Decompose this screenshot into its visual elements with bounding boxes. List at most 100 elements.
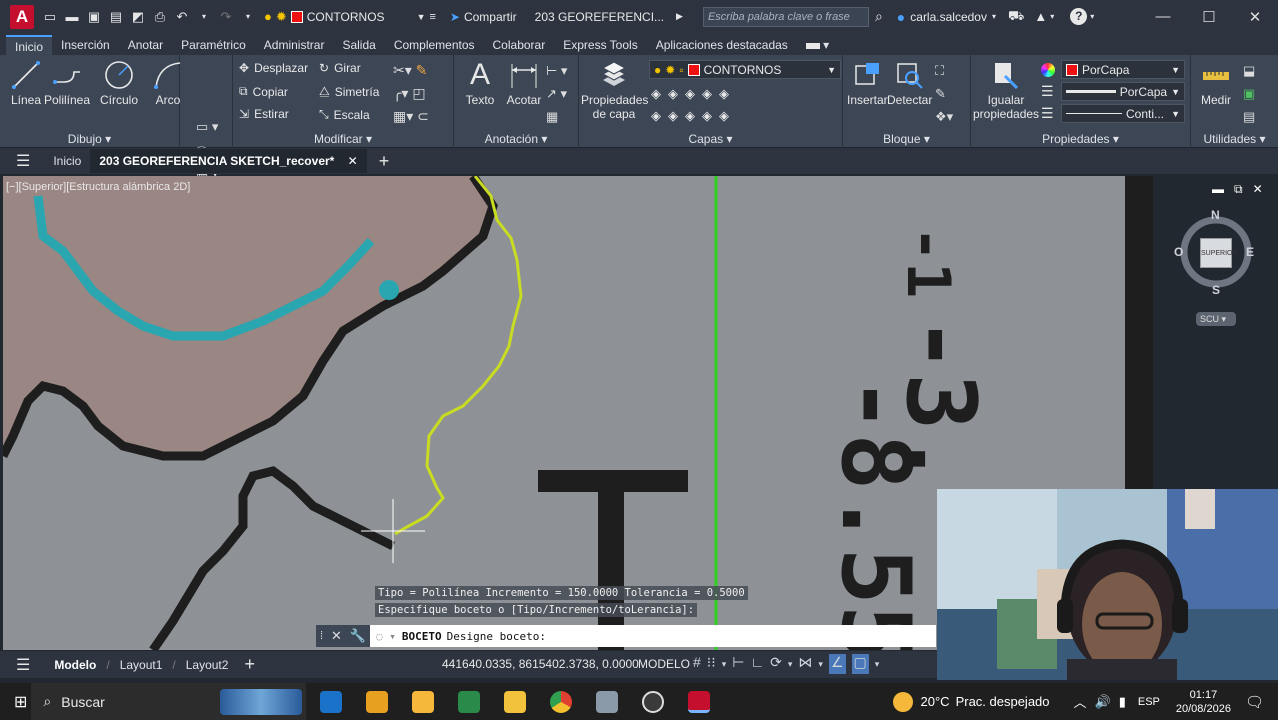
- arc-button[interactable]: Arco: [150, 59, 186, 107]
- tab-inicio[interactable]: Inicio: [6, 35, 53, 55]
- object-snap-tracking-icon[interactable]: ∠: [828, 654, 846, 674]
- add-layout-icon[interactable]: +: [244, 654, 255, 675]
- search-input[interactable]: Escriba palabra clave o frase: [702, 6, 869, 27]
- badge-app-icon[interactable]: [366, 690, 389, 713]
- copy-button[interactable]: ⧉ Copiar: [239, 84, 288, 99]
- tab-express-tools[interactable]: Express Tools: [554, 35, 646, 55]
- tab-complementos[interactable]: Complementos: [385, 35, 484, 55]
- weather-text[interactable]: Prac. despejado: [956, 694, 1050, 709]
- isodraft-icon[interactable]: ⋈: [798, 654, 812, 674]
- search-icon[interactable]: ⌕: [875, 8, 883, 25]
- windows-start-icon[interactable]: ⊞: [14, 692, 27, 712]
- chevron-down-icon[interactable]: ▾: [875, 654, 880, 674]
- infer-icon[interactable]: ⊢: [732, 654, 744, 674]
- tab-administrar[interactable]: Administrar: [255, 35, 334, 55]
- wrench-icon[interactable]: 🔧: [350, 628, 366, 644]
- autodesk-app-icon[interactable]: ▲: [1034, 9, 1047, 24]
- web-save-icon[interactable]: ◩: [130, 9, 146, 25]
- weather-icon[interactable]: [892, 691, 913, 712]
- compass-north[interactable]: N: [1211, 208, 1220, 222]
- dropdown-icon[interactable]: ▾: [240, 9, 256, 25]
- photos-icon[interactable]: [596, 690, 619, 713]
- viewcube-top-face[interactable]: SUPERIOR: [1200, 238, 1238, 268]
- print-icon[interactable]: ⎙: [152, 9, 168, 25]
- panel-title-anotacion[interactable]: Anotación ▾: [454, 132, 578, 146]
- layout-tab-layout1[interactable]: Layout1: [110, 658, 173, 672]
- create-block-icon[interactable]: ⛶: [935, 59, 953, 82]
- color-dropdown[interactable]: PorCapa ▼: [1061, 60, 1185, 79]
- user-account[interactable]: ● carla.salcedov ▾: [897, 9, 996, 25]
- cart-icon[interactable]: ⛟: [1008, 8, 1024, 26]
- quick-select-icon[interactable]: ⬓: [1243, 59, 1255, 82]
- rotate-button[interactable]: ↻ Girar: [319, 61, 361, 75]
- ortho-icon[interactable]: ∟: [750, 654, 764, 674]
- layout-tab-layout2[interactable]: Layout2: [176, 658, 239, 672]
- layer-state-icons-row2[interactable]: ◈◈◈◈◈: [651, 105, 736, 127]
- array-icon[interactable]: ▦▾ ⊂: [393, 105, 429, 128]
- viewport-restore-icon[interactable]: ⧉: [1234, 182, 1243, 197]
- ribbon-display-toggle[interactable]: ▾: [797, 35, 838, 55]
- object-snap-icon[interactable]: ▢: [851, 654, 869, 674]
- tab-aplicaciones-destacadas[interactable]: Aplicaciones destacadas: [647, 35, 797, 55]
- coordinate-readout[interactable]: 441640.0335, 8615402.3738, 0.0000: [442, 657, 639, 671]
- project-app-icon[interactable]: [458, 690, 481, 713]
- weather-temp[interactable]: 20°C: [921, 694, 950, 709]
- panel-title-utilidades[interactable]: Utilidades ▾: [1191, 132, 1278, 146]
- detect-button[interactable]: Detectar: [887, 59, 932, 107]
- layer-dropdown[interactable]: ● ✹ ▫ CONTORNOS ▼: [649, 60, 841, 79]
- polyline-button[interactable]: Polilínea: [44, 59, 90, 107]
- tray-expand-icon[interactable]: ︿: [1074, 692, 1087, 711]
- dimension-button[interactable]: Acotar: [504, 59, 544, 107]
- insert-button[interactable]: Insertar: [847, 59, 888, 107]
- volume-icon[interactable]: 🔊: [1095, 694, 1111, 710]
- linetype-dropdown[interactable]: Conti... ▼: [1061, 104, 1185, 123]
- microphone-icon[interactable]: ▮: [1119, 694, 1126, 710]
- compass-south[interactable]: S: [1212, 283, 1220, 297]
- customize-icon[interactable]: ≡: [429, 11, 435, 23]
- notifications-icon[interactable]: 🗨: [1245, 693, 1264, 711]
- snap-icon[interactable]: ⁝⁝: [707, 654, 716, 674]
- select-all-icon[interactable]: ▣: [1243, 82, 1255, 105]
- close-button[interactable]: ✕: [1232, 8, 1278, 26]
- text-button[interactable]: A Texto: [462, 58, 498, 107]
- viewport-minimize-icon[interactable]: ▬: [1212, 182, 1224, 197]
- circle-button[interactable]: Círculo: [98, 59, 140, 107]
- linear-dim-icon[interactable]: ⊢ ▾: [546, 59, 567, 82]
- dropdown-icon[interactable]: ▾: [196, 9, 212, 25]
- tab-colaborar[interactable]: Colaborar: [484, 35, 555, 55]
- redo-icon[interactable]: ↷: [218, 9, 234, 25]
- tab-anotar[interactable]: Anotar: [119, 35, 172, 55]
- file-tab-start[interactable]: Inicio: [44, 149, 90, 173]
- table-icon[interactable]: ▦: [546, 105, 567, 128]
- panel-title-capas[interactable]: Capas ▾: [579, 132, 842, 146]
- move-button[interactable]: ✥ Desplazar: [239, 61, 308, 75]
- file-explorer-icon[interactable]: [504, 690, 527, 713]
- save-as-icon[interactable]: ▤: [108, 9, 124, 25]
- fillet-icon[interactable]: ╭▾ ◰: [393, 82, 429, 105]
- panel-title-propiedades[interactable]: Propiedades ▾: [971, 132, 1190, 146]
- calculator-icon[interactable]: ▤: [1243, 105, 1255, 128]
- media-app-icon[interactable]: [642, 690, 665, 713]
- new-file-icon[interactable]: ▭: [42, 9, 58, 25]
- clock[interactable]: 01:17 20/08/2026: [1176, 688, 1231, 716]
- lineweight-dropdown[interactable]: PorCapa ▼: [1061, 82, 1185, 101]
- close-tab-icon[interactable]: ✕: [348, 154, 358, 168]
- panel-title-dibujo[interactable]: Dibujo ▾: [0, 132, 179, 146]
- leader-icon[interactable]: ↗ ▾: [546, 82, 567, 105]
- tab-insercion[interactable]: Inserción: [52, 35, 119, 55]
- scale-button[interactable]: ⤡ Escala: [319, 107, 370, 122]
- viewport-controls-label[interactable]: [−][Superior][Estructura alámbrica 2D]: [6, 181, 190, 193]
- layer-properties-button[interactable]: Propiedades de capa: [581, 59, 648, 121]
- language-indicator[interactable]: ESP: [1138, 696, 1160, 708]
- open-folder-icon[interactable]: ▬: [64, 9, 80, 25]
- compass-east[interactable]: E: [1246, 245, 1254, 259]
- layout-menu-icon[interactable]: ☰: [16, 655, 30, 675]
- minimize-button[interactable]: —: [1140, 8, 1186, 26]
- viewport-close-icon[interactable]: ✕: [1253, 182, 1263, 197]
- quick-layer-combo[interactable]: ● ✹ CONTORNOS ▼ ≡: [264, 9, 436, 25]
- chrome-icon[interactable]: [550, 690, 573, 713]
- match-properties-button[interactable]: Igualar propiedades: [973, 59, 1039, 121]
- ucs-menu[interactable]: SCU ▾: [1196, 312, 1236, 326]
- chevron-down-icon[interactable]: ▾: [788, 654, 793, 674]
- attribute-icon[interactable]: ❖▾: [935, 105, 953, 128]
